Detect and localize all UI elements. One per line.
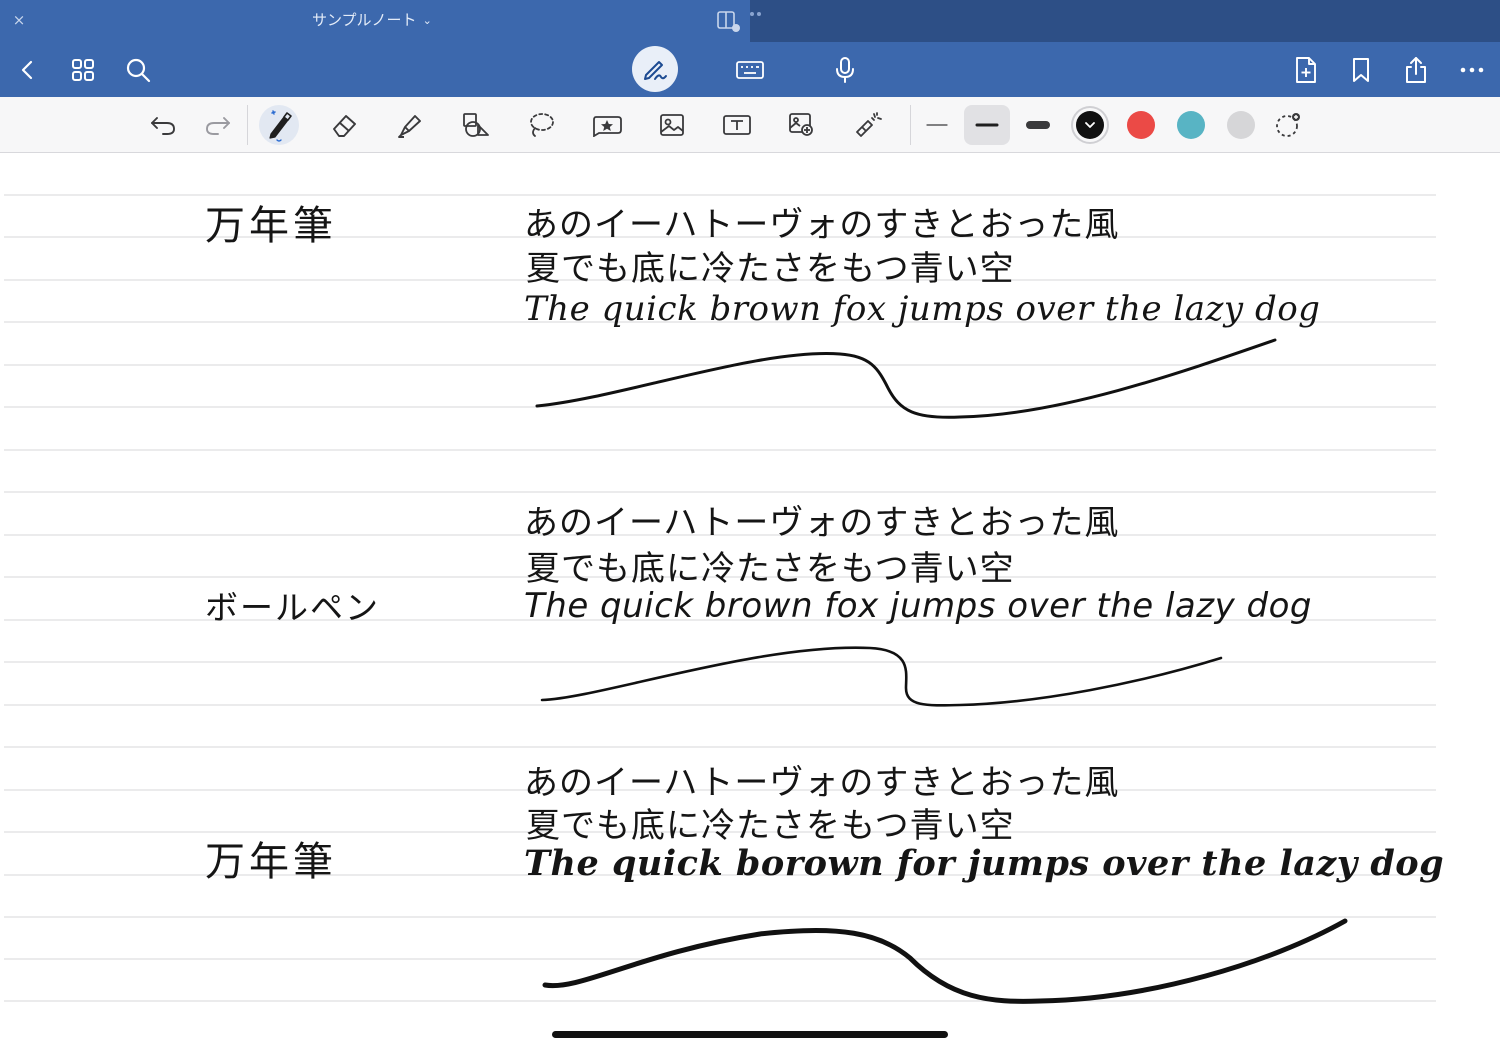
section-label: ボールペン (205, 588, 380, 627)
home-indicator (552, 1031, 948, 1038)
stroke-sample-fountain-pen-bold (542, 918, 1348, 1004)
color-swatch-black[interactable] (1076, 111, 1104, 139)
microphone-icon[interactable] (825, 50, 865, 90)
highlighter-icon[interactable] (390, 105, 430, 145)
elements-icon[interactable] (587, 105, 627, 145)
share-icon[interactable] (1396, 50, 1436, 90)
stroke-sample-ballpoint-pen (540, 646, 1223, 707)
section-label: 万年筆 (205, 839, 337, 885)
pen-mode-icon[interactable] (632, 46, 678, 92)
add-color-icon[interactable] (1268, 105, 1308, 145)
color-swatch-teal[interactable] (1177, 111, 1205, 139)
title-bar: × サンプルノート ⌄ (0, 0, 1500, 42)
handwriting-line: あのイーハトーヴォのすきとおった風 (524, 503, 1120, 543)
note-page[interactable]: 万年筆 あのイーハトーヴォのすきとおった風 夏でも底に冷たさをもつ青い空 The… (0, 153, 1500, 1048)
divider (247, 105, 248, 145)
section-label: 万年筆 (205, 203, 337, 249)
back-icon[interactable] (8, 50, 48, 90)
handwriting-line: 夏でも底に冷たさをもつ青い空 (526, 549, 1015, 589)
chevron-down-icon (1085, 122, 1095, 128)
handwriting-line: 夏でも底に冷たさをもつ青い空 (526, 249, 1015, 289)
title-bar-secondary-area (750, 0, 1500, 42)
pen-tools-bar (0, 97, 1500, 153)
handwriting-line: 夏でも底に冷たさをもつ青い空 (526, 806, 1015, 846)
close-icon[interactable]: × (10, 10, 28, 30)
handwriting-line: The quick brown fox jumps over the lazy … (524, 586, 1313, 626)
grid-icon[interactable] (63, 50, 103, 90)
handwriting-line: あのイーハトーヴォのすきとおった風 (524, 763, 1120, 803)
redo-icon[interactable] (198, 105, 238, 145)
eraser-icon[interactable] (325, 105, 365, 145)
lasso-icon[interactable] (521, 105, 561, 145)
camera-scan-icon[interactable] (782, 105, 822, 145)
undo-icon[interactable] (143, 105, 183, 145)
image-icon[interactable] (652, 105, 692, 145)
bookmark-icon[interactable] (1341, 50, 1381, 90)
color-swatch-gray[interactable] (1227, 111, 1255, 139)
split-view-icon[interactable] (716, 8, 764, 34)
thickness-thick[interactable] (1015, 105, 1061, 145)
chevron-down-icon: ⌄ (422, 13, 432, 27)
shapes-icon[interactable] (456, 105, 496, 145)
document-title[interactable]: サンプルノート ⌄ (312, 10, 432, 31)
thickness-thin[interactable] (914, 105, 960, 145)
divider (910, 105, 911, 145)
keyboard-icon[interactable] (730, 50, 770, 90)
more-icon[interactable] (1452, 50, 1492, 90)
thickness-medium[interactable] (964, 105, 1010, 145)
stroke-sample-fountain-pen (535, 338, 1277, 419)
handwriting-line: あのイーハトーヴォのすきとおった風 (524, 205, 1120, 245)
color-swatch-red[interactable] (1127, 111, 1155, 139)
text-box-icon[interactable] (717, 105, 757, 145)
handwriting-line: The quick brown fox jumps over the lazy … (524, 289, 1321, 329)
search-icon[interactable] (118, 50, 158, 90)
laser-pointer-icon[interactable] (848, 105, 888, 145)
handwriting-line: The quick borown for jumps over the lazy… (524, 843, 1445, 884)
main-toolbar (0, 42, 1500, 97)
pen-icon[interactable] (259, 105, 299, 145)
add-page-icon[interactable] (1286, 50, 1326, 90)
document-title-text: サンプルノート (312, 11, 417, 29)
